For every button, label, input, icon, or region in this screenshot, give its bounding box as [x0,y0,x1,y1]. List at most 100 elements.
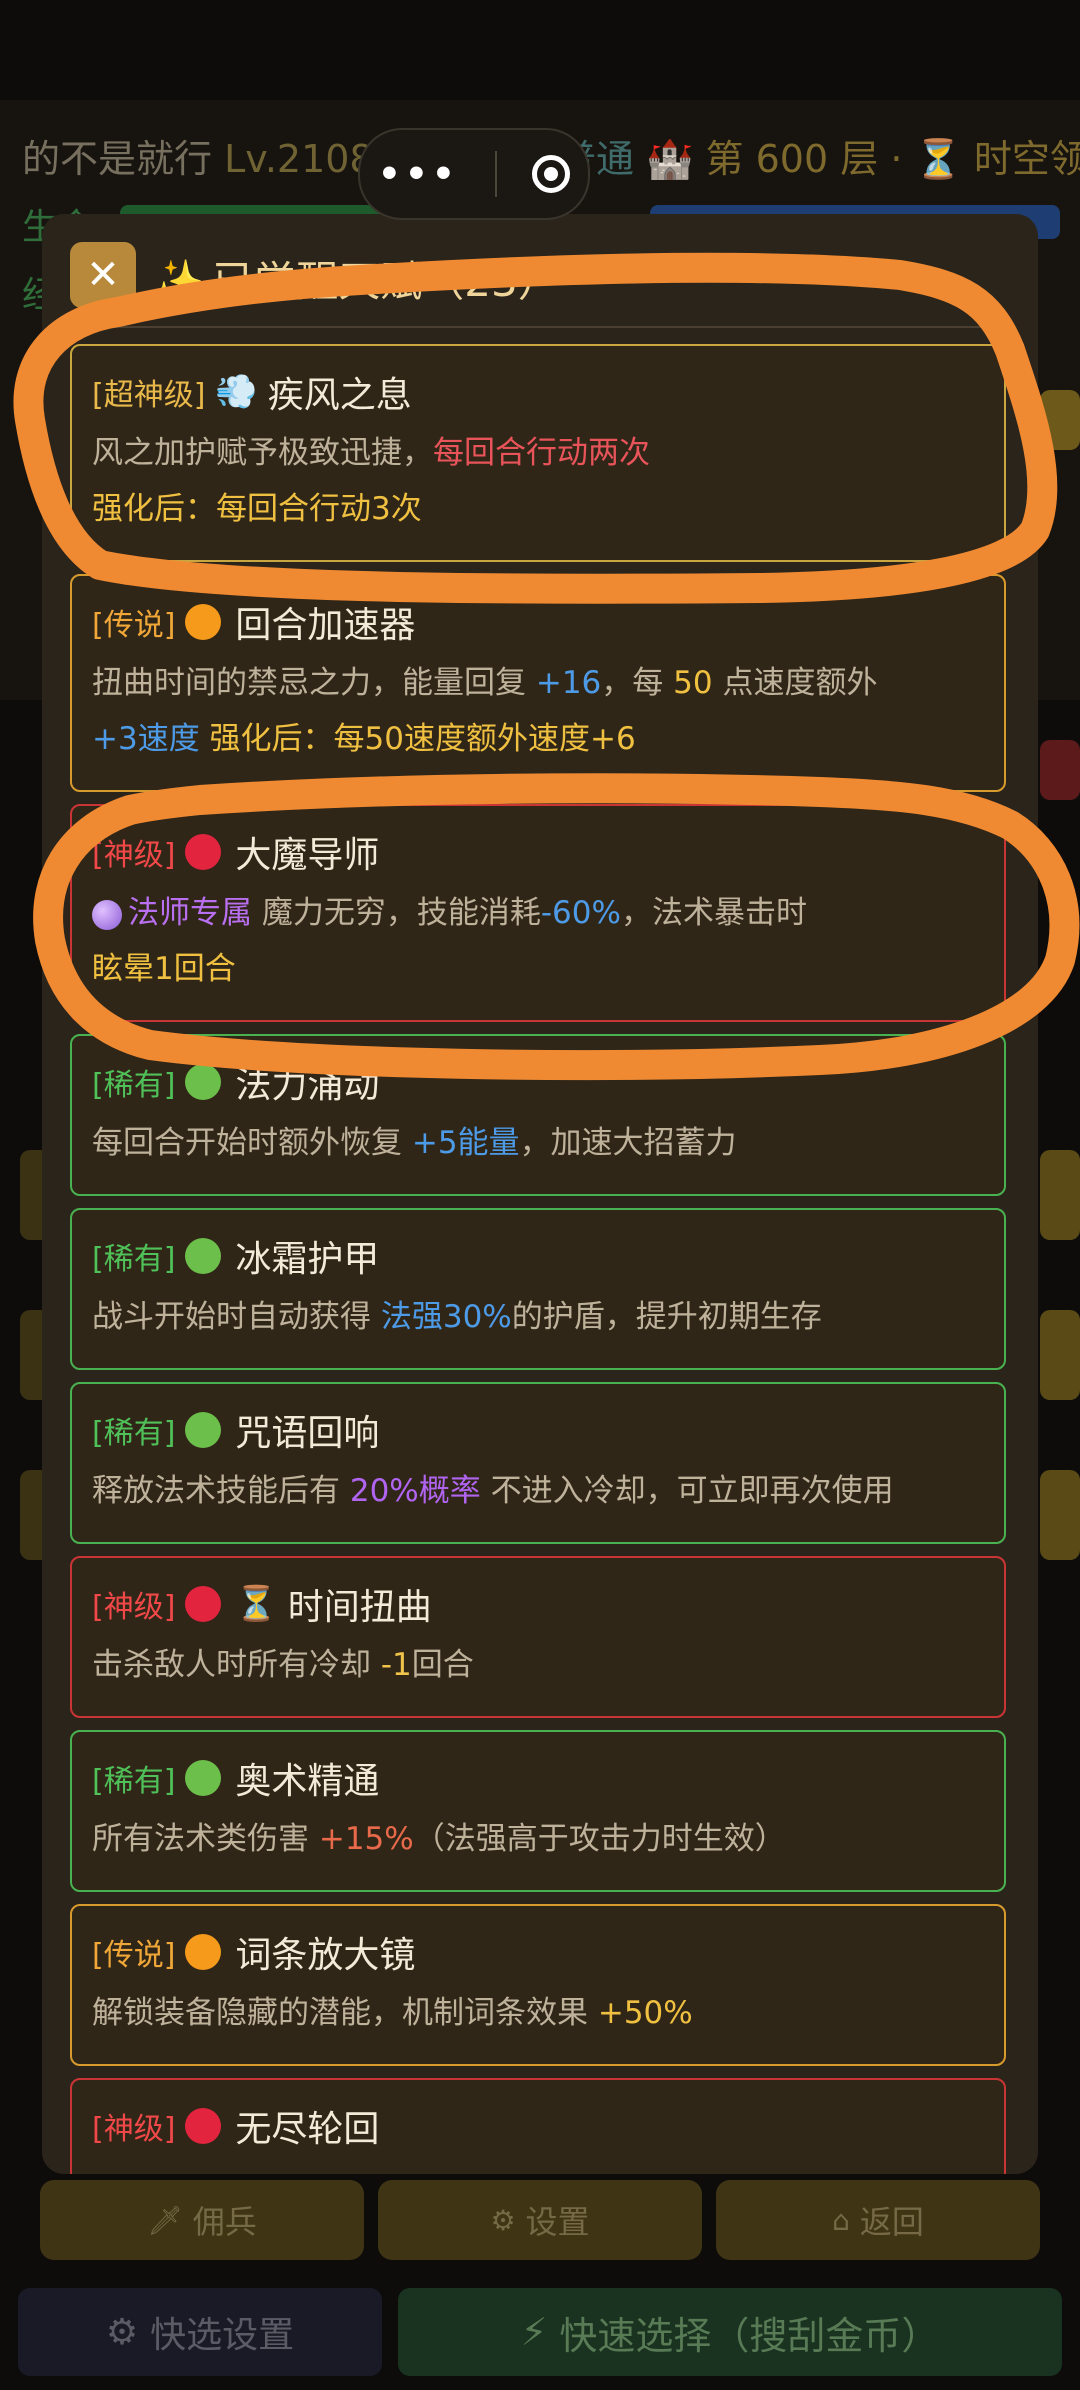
desc-text: 不进入冷却，可立即再次使用 [480,1473,894,1509]
desc-text: 点速度额外 [712,665,878,701]
red-dot-icon [185,2108,222,2144]
desc-highlight: 50 [673,665,713,701]
talent-desc-line: 战斗开始时自动获得 法强30%的护盾，提升初期生存 [92,1290,822,1344]
green-dot-icon [185,1238,222,1274]
talent-card-header: [稀有] 咒语回响 [92,1404,379,1456]
green-dot-icon [185,1064,222,1100]
player-info: 的不是就行 Lv.2108 [22,128,374,183]
desc-highlight: 法强30% [380,1299,512,1335]
upgrade-text: 强化后：每50速度额外速度+6 [199,721,636,757]
side-pill-yellow [1040,390,1080,450]
lightning-icon: ⚡ [520,2310,548,2354]
talent-card[interactable]: [稀有] 法力涌动 每回合开始时额外恢复 +5能量，加速大招蓄力 [70,1034,1006,1196]
talent-card[interactable]: [超神级] 💨 疾风之息 风之加护赋予极致迅捷，每回合行动两次 强化后：每回合行… [70,344,1006,562]
talent-card-header: [神级] 无尽轮回 [92,2100,379,2152]
tier-label: [神级] [92,2112,176,2147]
desc-text: （法强高于攻击力时生效） [413,1821,786,1857]
talent-desc-line: +3速度 强化后：每50速度额外速度+6 [92,712,636,766]
upgrade-text: 强化后：每回合行动3次 [92,491,422,527]
close-button[interactable]: ✕ [70,242,136,308]
boss-label: ⏳ 时空领主 [914,137,1080,181]
return-button[interactable]: ⌂ 返回 [716,2180,1040,2260]
sparkles-icon: ✨ [152,257,205,306]
red-dot-icon [185,1586,222,1622]
sword-icon: 🗡 [147,2203,183,2237]
talent-name: 奥术精通 [235,1761,380,1802]
talent-card[interactable]: [神级] 大魔导师 法师专属 魔力无穷，技能消耗-60%，法术暴击时 眩晕1回合 [70,804,1006,1022]
desc-text: 魔力无穷，技能消耗 [252,895,541,931]
talent-card-header: [神级] ⏳ 时间扭曲 [92,1578,432,1630]
desc-highlight: -1 [380,1647,412,1683]
floor-label: 第 600 层 [705,137,879,181]
stage-info: 普通 🏰 第 600 层 · ⏳ 时空领主 [558,128,1080,183]
talent-card-header: [传说] 回合加速器 [92,596,415,648]
talent-name: 疾风之息 [267,375,412,416]
desc-text: 扭曲时间的禁忌之力，能量回复 [92,665,536,701]
divider [70,326,1010,328]
desc-text: 释放法术技能后有 [92,1473,350,1509]
talent-desc-line: 强化后：每回合行动3次 [92,482,422,536]
desc-text: 回合 [411,1647,474,1683]
talent-desc-line: 释放法术技能后有 20%概率 不进入冷却，可立即再次使用 [92,1464,894,1518]
talent-card[interactable]: [神级] 无尽轮回 [70,2078,1006,2174]
talent-card[interactable]: [稀有] 咒语回响 释放法术技能后有 20%概率 不进入冷却，可立即再次使用 [70,1382,1006,1544]
talent-card-header: [稀有] 法力涌动 [92,1056,379,1108]
tier-label: [稀有] [92,1764,176,1799]
tier-label: [传说] [92,608,176,643]
talent-desc-line: 每回合开始时额外恢复 +5能量，加速大招蓄力 [92,1116,737,1170]
crystal-ball-icon [92,899,122,930]
quick-select-settings-button[interactable]: ⚙ 快选设置 [18,2288,382,2376]
desc-text: 所有法术类伤害 [92,1821,319,1857]
talent-card-header: [超神级] 💨 疾风之息 [92,366,412,418]
talent-card[interactable]: [稀有] 奥术精通 所有法术类伤害 +15%（法强高于攻击力时生效） [70,1730,1006,1892]
tier-label: [稀有] [92,1068,176,1103]
green-dot-icon [185,1412,222,1448]
settings-label: 设置 [525,2203,590,2241]
side-button [1040,1310,1080,1400]
orange-dot-icon [185,1934,222,1970]
castle-icon: 🏰 [646,137,694,181]
red-dot-icon [185,834,222,870]
talent-desc-line: 所有法术类伤害 +15%（法强高于攻击力时生效） [92,1812,786,1866]
talent-card[interactable]: [神级] ⏳ 时间扭曲 击杀敌人时所有冷却 -1回合 [70,1556,1006,1718]
desc-highlight: 20%概率 [349,1473,481,1509]
talent-desc-line: 风之加护赋予极致迅捷，每回合行动两次 [92,426,650,480]
close-icon: ✕ [86,252,120,298]
talent-card[interactable]: [传说] 词条放大镜 解锁装备隐藏的潜能，机制词条效果 +50% [70,1904,1006,2066]
gear-icon: ⚙ [105,2311,139,2353]
hourglass-icon: ⏳ [235,1584,278,1624]
talent-name: 法力涌动 [235,1065,380,1106]
desc-highlight: 眩晕1回合 [92,951,236,987]
player-name: 的不是就行 [22,137,213,181]
close-miniprogram-icon[interactable] [532,155,571,193]
talent-card-header: [神级] 大魔导师 [92,826,379,878]
desc-text: 击杀敌人时所有冷却 [92,1647,381,1683]
quick-select-label: 快速选择（搜刮金币） [559,2313,940,2358]
quick-select-settings-label: 快选设置 [150,2315,295,2356]
wind-icon: 💨 [215,372,258,412]
talent-card[interactable]: [传说] 回合加速器 扭曲时间的禁忌之力，能量回复 +16，每 50 点速度额外… [70,574,1006,792]
side-button [1040,1470,1080,1560]
tier-label: [稀有] [92,1416,176,1451]
home-icon: ⌂ [832,2203,850,2237]
desc-text: ，加速大招蓄力 [519,1125,737,1161]
mercenary-button[interactable]: 🗡 佣兵 [40,2180,364,2260]
modal-title: ✨ 已觉醒天赋（23） [152,248,560,309]
tier-label: [神级] [92,1590,176,1625]
talent-name: 冰霜护甲 [235,1239,380,1280]
modal-title-text: 已觉醒天赋（23） [212,257,560,306]
talent-card[interactable]: [稀有] 冰霜护甲 战斗开始时自动获得 法强30%的护盾，提升初期生存 [70,1208,1006,1370]
talent-name: 咒语回响 [235,1413,380,1454]
talent-name: 时间扭曲 [287,1587,432,1628]
more-menu-icon[interactable]: ••• [378,154,459,195]
miniprogram-capsule: ••• [358,128,590,220]
desc-text: 的护盾，提升初期生存 [511,1299,822,1335]
quick-select-button[interactable]: ⚡ 快速选择（搜刮金币） [398,2288,1062,2376]
settings-button[interactable]: ⚙ 设置 [378,2180,702,2260]
tier-label: [稀有] [92,1242,176,1277]
desc-highlight: 每回合行动两次 [433,435,650,471]
class-tag: 法师专属 [128,895,252,931]
desc-highlight: +50% [597,1995,693,2031]
return-label: 返回 [859,2203,924,2241]
desc-text: ，每 [601,665,674,701]
